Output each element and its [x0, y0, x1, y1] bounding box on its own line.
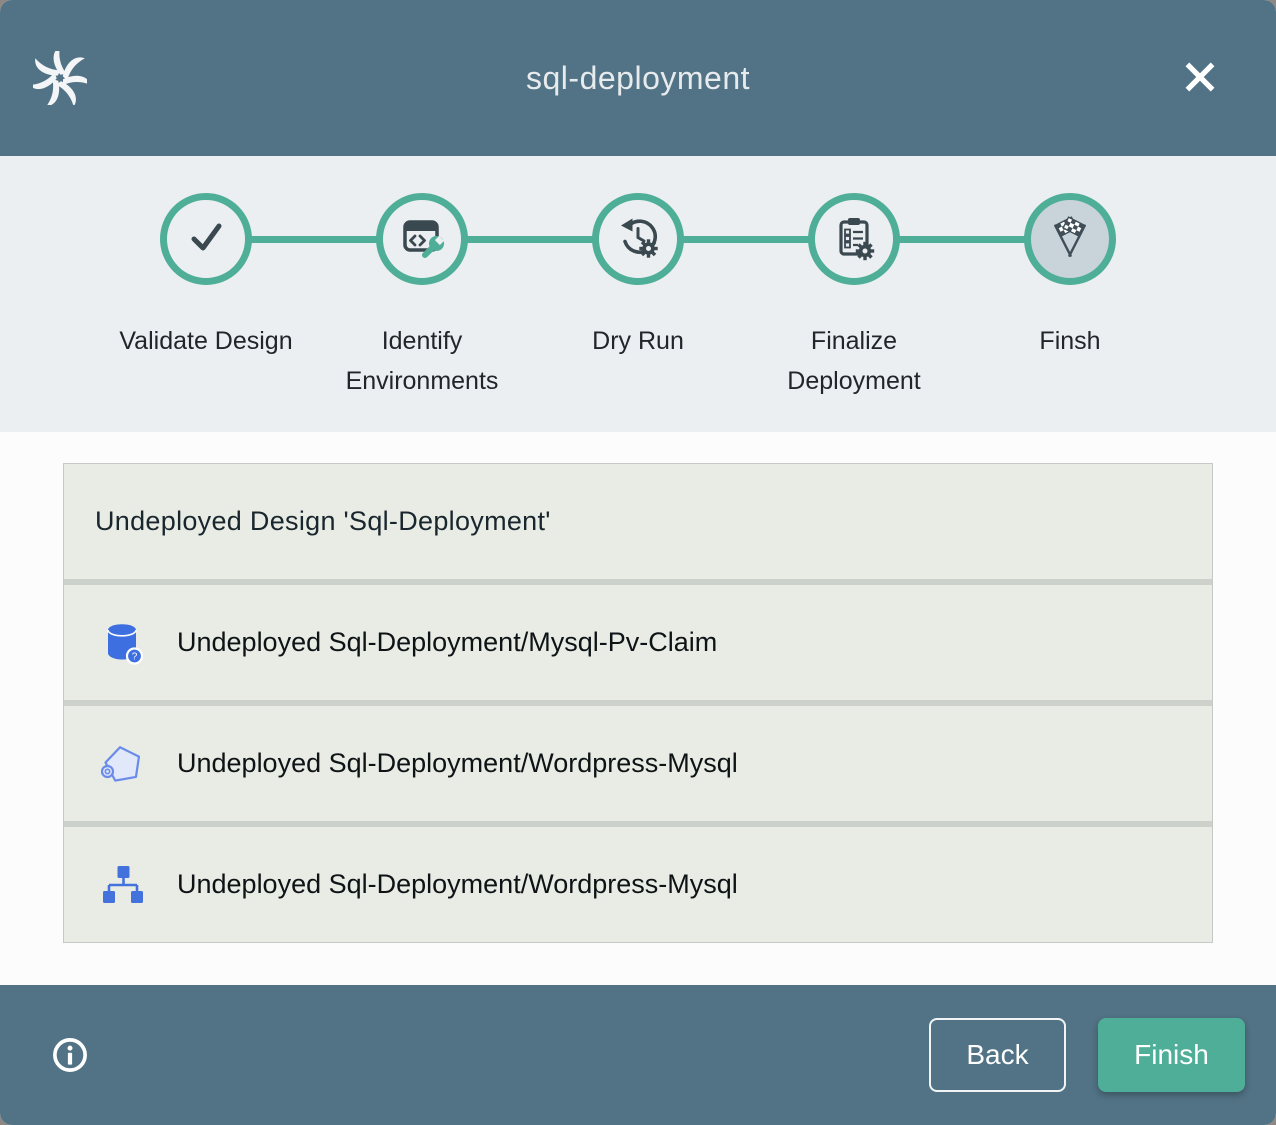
close-icon	[1179, 56, 1221, 101]
checkered-flags-icon	[1046, 213, 1094, 266]
result-row-text: Undeployed Sql-Deployment/Mysql-Pv-Claim	[177, 627, 717, 658]
step-circle	[160, 193, 252, 285]
step-label: Finsh	[1039, 321, 1100, 361]
dry-run-sync-gear-icon	[614, 213, 662, 266]
result-row-text: Undeployed Sql-Deployment/Wordpress-Mysq…	[177, 869, 738, 900]
code-window-wrench-icon	[398, 213, 446, 266]
result-row-wordpress-mysql-1: Undeployed Sql-Deployment/Wordpress-Mysq…	[64, 706, 1212, 821]
step-circle	[376, 193, 468, 285]
step-label: Identify Environments	[322, 321, 522, 401]
step-label: Finalize Deployment	[754, 321, 954, 401]
step-dry-run: Dry Run	[530, 193, 746, 401]
check-icon	[182, 213, 230, 266]
step-label: Validate Design	[119, 321, 292, 361]
step-circle	[592, 193, 684, 285]
results-area: Undeployed Design 'Sql-Deployment' ? Und…	[0, 432, 1276, 985]
dialog-footer: Back Finish	[0, 985, 1276, 1125]
footer-actions: Back Finish	[929, 1018, 1245, 1092]
step-validate-design: Validate Design	[98, 193, 314, 401]
stepper-track: Validate Design	[98, 156, 1178, 401]
step-circle	[1024, 193, 1116, 285]
database-icon: ?	[99, 619, 147, 667]
step-label: Dry Run	[592, 321, 684, 361]
result-row-mysql-pv-claim: ? Undeployed Sql-Deployment/Mysql-Pv-Cla…	[64, 585, 1212, 700]
result-row-wordpress-mysql-2: Undeployed Sql-Deployment/Wordpress-Mysq…	[64, 827, 1212, 942]
pentagon-shape-icon	[99, 740, 147, 788]
results-header-text: Undeployed Design 'Sql-Deployment'	[64, 506, 551, 537]
results-panel: Undeployed Design 'Sql-Deployment' ? Und…	[63, 463, 1213, 943]
step-finalize-deployment: Finalize Deployment	[746, 193, 962, 401]
step-circle	[808, 193, 900, 285]
result-row-text: Undeployed Sql-Deployment/Wordpress-Mysq…	[177, 748, 738, 779]
deployment-stepper: Validate Design	[0, 156, 1276, 432]
meshery-logo-icon	[33, 51, 87, 105]
close-button[interactable]	[1176, 54, 1224, 102]
clipboard-gear-icon	[830, 213, 878, 266]
hierarchy-icon	[99, 861, 147, 909]
back-button[interactable]: Back	[929, 1018, 1066, 1092]
dialog-title: sql-deployment	[526, 60, 750, 97]
step-finish: Finsh	[962, 193, 1178, 401]
info-icon	[48, 1065, 92, 1080]
deployment-dialog: sql-deployment Validate Design	[0, 0, 1276, 1125]
svg-text:?: ?	[132, 651, 138, 662]
finish-button[interactable]: Finish	[1098, 1018, 1245, 1092]
results-header-row: Undeployed Design 'Sql-Deployment'	[64, 464, 1212, 579]
info-button[interactable]	[48, 1033, 92, 1077]
step-identify-environments: Identify Environments	[314, 193, 530, 401]
dialog-titlebar: sql-deployment	[0, 0, 1276, 156]
